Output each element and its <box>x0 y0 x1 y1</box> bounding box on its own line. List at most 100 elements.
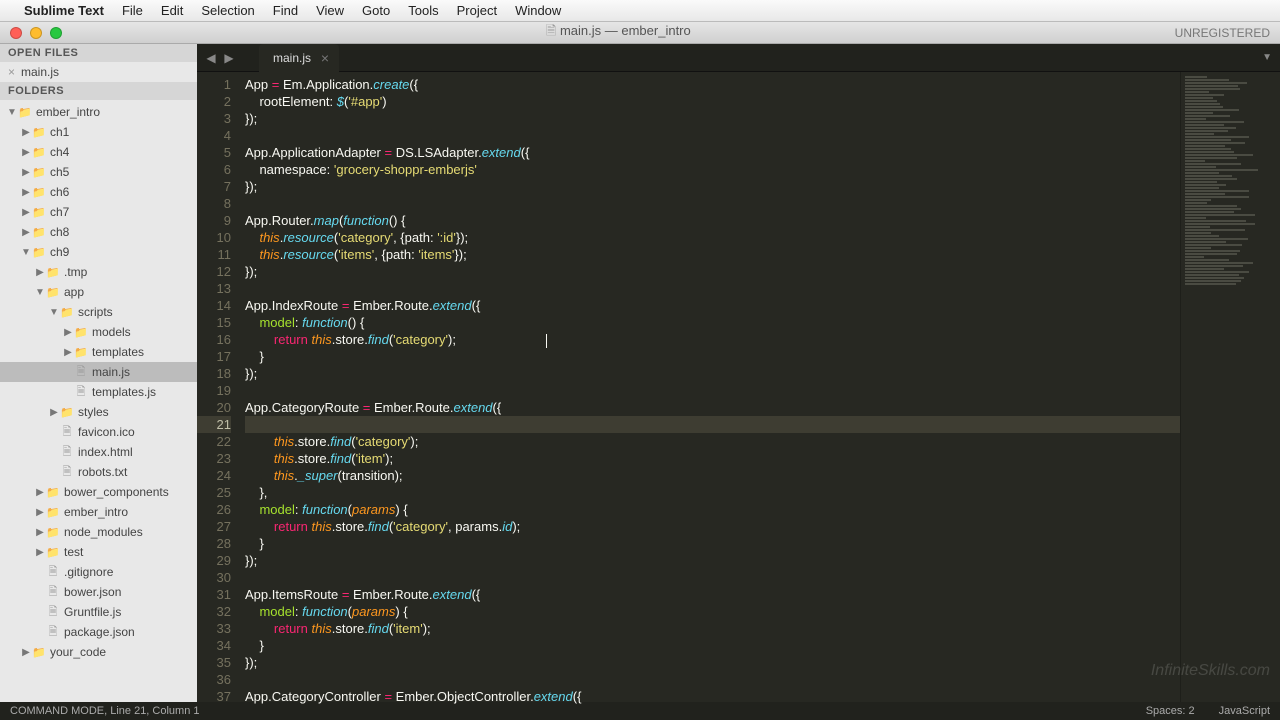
code-line[interactable]: return this.store.find('item'); <box>245 620 1180 637</box>
disclosure-arrow-icon[interactable]: ▼ <box>48 307 60 318</box>
code-line[interactable]: model: function(params) { <box>245 501 1180 518</box>
menu-view[interactable]: View <box>316 3 344 18</box>
line-number[interactable]: 24 <box>197 467 231 484</box>
minimap[interactable] <box>1180 72 1280 702</box>
code-line[interactable]: this.resource('category', {path: ':id'})… <box>245 229 1180 246</box>
disclosure-arrow-icon[interactable]: ▶ <box>20 147 32 158</box>
line-number[interactable]: 29 <box>197 552 231 569</box>
code-line[interactable]: this.resource('items', {path: 'items'}); <box>245 246 1180 263</box>
zoom-window-button[interactable] <box>50 27 62 39</box>
disclosure-arrow-icon[interactable]: ▶ <box>20 227 32 238</box>
line-number[interactable]: 9 <box>197 212 231 229</box>
line-number[interactable]: 1 <box>197 76 231 93</box>
file-row[interactable]: .gitignore <box>0 562 197 582</box>
status-indent[interactable]: Spaces: 2 <box>1146 705 1195 717</box>
line-number[interactable]: 19 <box>197 382 231 399</box>
close-window-button[interactable] <box>10 27 22 39</box>
menu-goto[interactable]: Goto <box>362 3 390 18</box>
disclosure-arrow-icon[interactable]: ▶ <box>20 647 32 658</box>
file-row[interactable]: main.js <box>0 362 197 382</box>
line-number[interactable]: 15 <box>197 314 231 331</box>
code-line[interactable]: return this.store.find('category'); <box>245 331 1180 348</box>
line-number[interactable]: 3 <box>197 110 231 127</box>
code-line[interactable] <box>245 195 1180 212</box>
file-row[interactable]: robots.txt <box>0 462 197 482</box>
code-line[interactable]: }); <box>245 365 1180 382</box>
line-number[interactable]: 7 <box>197 178 231 195</box>
nav-back-button[interactable]: ◀ <box>203 50 219 66</box>
disclosure-arrow-icon[interactable]: ▶ <box>34 487 46 498</box>
line-number[interactable]: 23 <box>197 450 231 467</box>
code-line[interactable]: App.IndexRoute = Ember.Route.extend({ <box>245 297 1180 314</box>
code-line[interactable] <box>245 569 1180 586</box>
line-number[interactable]: 26 <box>197 501 231 518</box>
line-number[interactable]: 8 <box>197 195 231 212</box>
line-number[interactable]: 14 <box>197 297 231 314</box>
disclosure-arrow-icon[interactable]: ▶ <box>20 207 32 218</box>
disclosure-arrow-icon[interactable]: ▶ <box>34 267 46 278</box>
line-number[interactable]: 32 <box>197 603 231 620</box>
line-number[interactable]: 34 <box>197 637 231 654</box>
disclosure-arrow-icon[interactable]: ▶ <box>62 327 74 338</box>
code-line[interactable]: beforeModel: function(transition) { <box>245 416 1180 433</box>
line-number[interactable]: 30 <box>197 569 231 586</box>
code-editor[interactable]: App = Em.Application.create({ rootElemen… <box>241 72 1180 702</box>
minimize-window-button[interactable] <box>30 27 42 39</box>
menu-edit[interactable]: Edit <box>161 3 183 18</box>
line-number-gutter[interactable]: 1234567891011121314151617181920212223242… <box>197 72 241 702</box>
disclosure-arrow-icon[interactable]: ▼ <box>6 107 18 118</box>
folder-tree[interactable]: ▼ember_intro▶ch1▶ch4▶ch5▶ch6▶ch7▶ch8▼ch9… <box>0 100 197 664</box>
folder-row[interactable]: ▶ch1 <box>0 122 197 142</box>
line-number[interactable]: 5 <box>197 144 231 161</box>
code-line[interactable] <box>245 671 1180 688</box>
folder-row[interactable]: ▼scripts <box>0 302 197 322</box>
line-number[interactable]: 27 <box>197 518 231 535</box>
code-line[interactable]: this.store.find('category'); <box>245 433 1180 450</box>
folder-row[interactable]: ▶bower_components <box>0 482 197 502</box>
code-line[interactable]: }); <box>245 178 1180 195</box>
line-number[interactable]: 28 <box>197 535 231 552</box>
line-number[interactable]: 16 <box>197 331 231 348</box>
disclosure-arrow-icon[interactable]: ▶ <box>62 347 74 358</box>
disclosure-arrow-icon[interactable]: ▶ <box>34 547 46 558</box>
code-line[interactable]: this._super(transition); <box>245 467 1180 484</box>
code-line[interactable]: }); <box>245 654 1180 671</box>
disclosure-arrow-icon[interactable]: ▶ <box>20 167 32 178</box>
folder-row[interactable]: ▼app <box>0 282 197 302</box>
app-menu[interactable]: Sublime Text <box>24 3 104 18</box>
code-line[interactable]: App = Em.Application.create({ <box>245 76 1180 93</box>
menu-project[interactable]: Project <box>457 3 497 18</box>
folder-row[interactable]: ▶ch8 <box>0 222 197 242</box>
file-row[interactable]: package.json <box>0 622 197 642</box>
code-line[interactable]: }); <box>245 552 1180 569</box>
file-row[interactable]: bower.json <box>0 582 197 602</box>
code-line[interactable]: }); <box>245 110 1180 127</box>
menu-find[interactable]: Find <box>273 3 298 18</box>
status-syntax[interactable]: JavaScript <box>1219 705 1270 717</box>
folder-row[interactable]: ▶ch6 <box>0 182 197 202</box>
line-number[interactable]: 4 <box>197 127 231 144</box>
code-line[interactable]: App.CategoryController = Ember.ObjectCon… <box>245 688 1180 705</box>
code-line[interactable]: } <box>245 348 1180 365</box>
menu-file[interactable]: File <box>122 3 143 18</box>
file-row[interactable]: index.html <box>0 442 197 462</box>
nav-forward-button[interactable]: ▶ <box>221 50 237 66</box>
disclosure-arrow-icon[interactable]: ▶ <box>34 507 46 518</box>
code-line[interactable]: model: function() { <box>245 314 1180 331</box>
line-number[interactable]: 35 <box>197 654 231 671</box>
code-line[interactable]: }, <box>245 484 1180 501</box>
disclosure-arrow-icon[interactable]: ▶ <box>34 527 46 538</box>
file-row[interactable]: templates.js <box>0 382 197 402</box>
folder-row[interactable]: ▶ch7 <box>0 202 197 222</box>
line-number[interactable]: 20 <box>197 399 231 416</box>
folder-row[interactable]: ▶ch4 <box>0 142 197 162</box>
folder-row[interactable]: ▶templates <box>0 342 197 362</box>
open-file-item[interactable]: × main.js <box>0 62 197 82</box>
code-line[interactable]: App.CategoryRoute = Ember.Route.extend({ <box>245 399 1180 416</box>
disclosure-arrow-icon[interactable]: ▼ <box>34 287 46 298</box>
code-line[interactable]: rootElement: $('#app') <box>245 93 1180 110</box>
line-number[interactable]: 2 <box>197 93 231 110</box>
line-number[interactable]: 10 <box>197 229 231 246</box>
folder-row[interactable]: ▶test <box>0 542 197 562</box>
code-line[interactable]: App.ApplicationAdapter = DS.LSAdapter.ex… <box>245 144 1180 161</box>
